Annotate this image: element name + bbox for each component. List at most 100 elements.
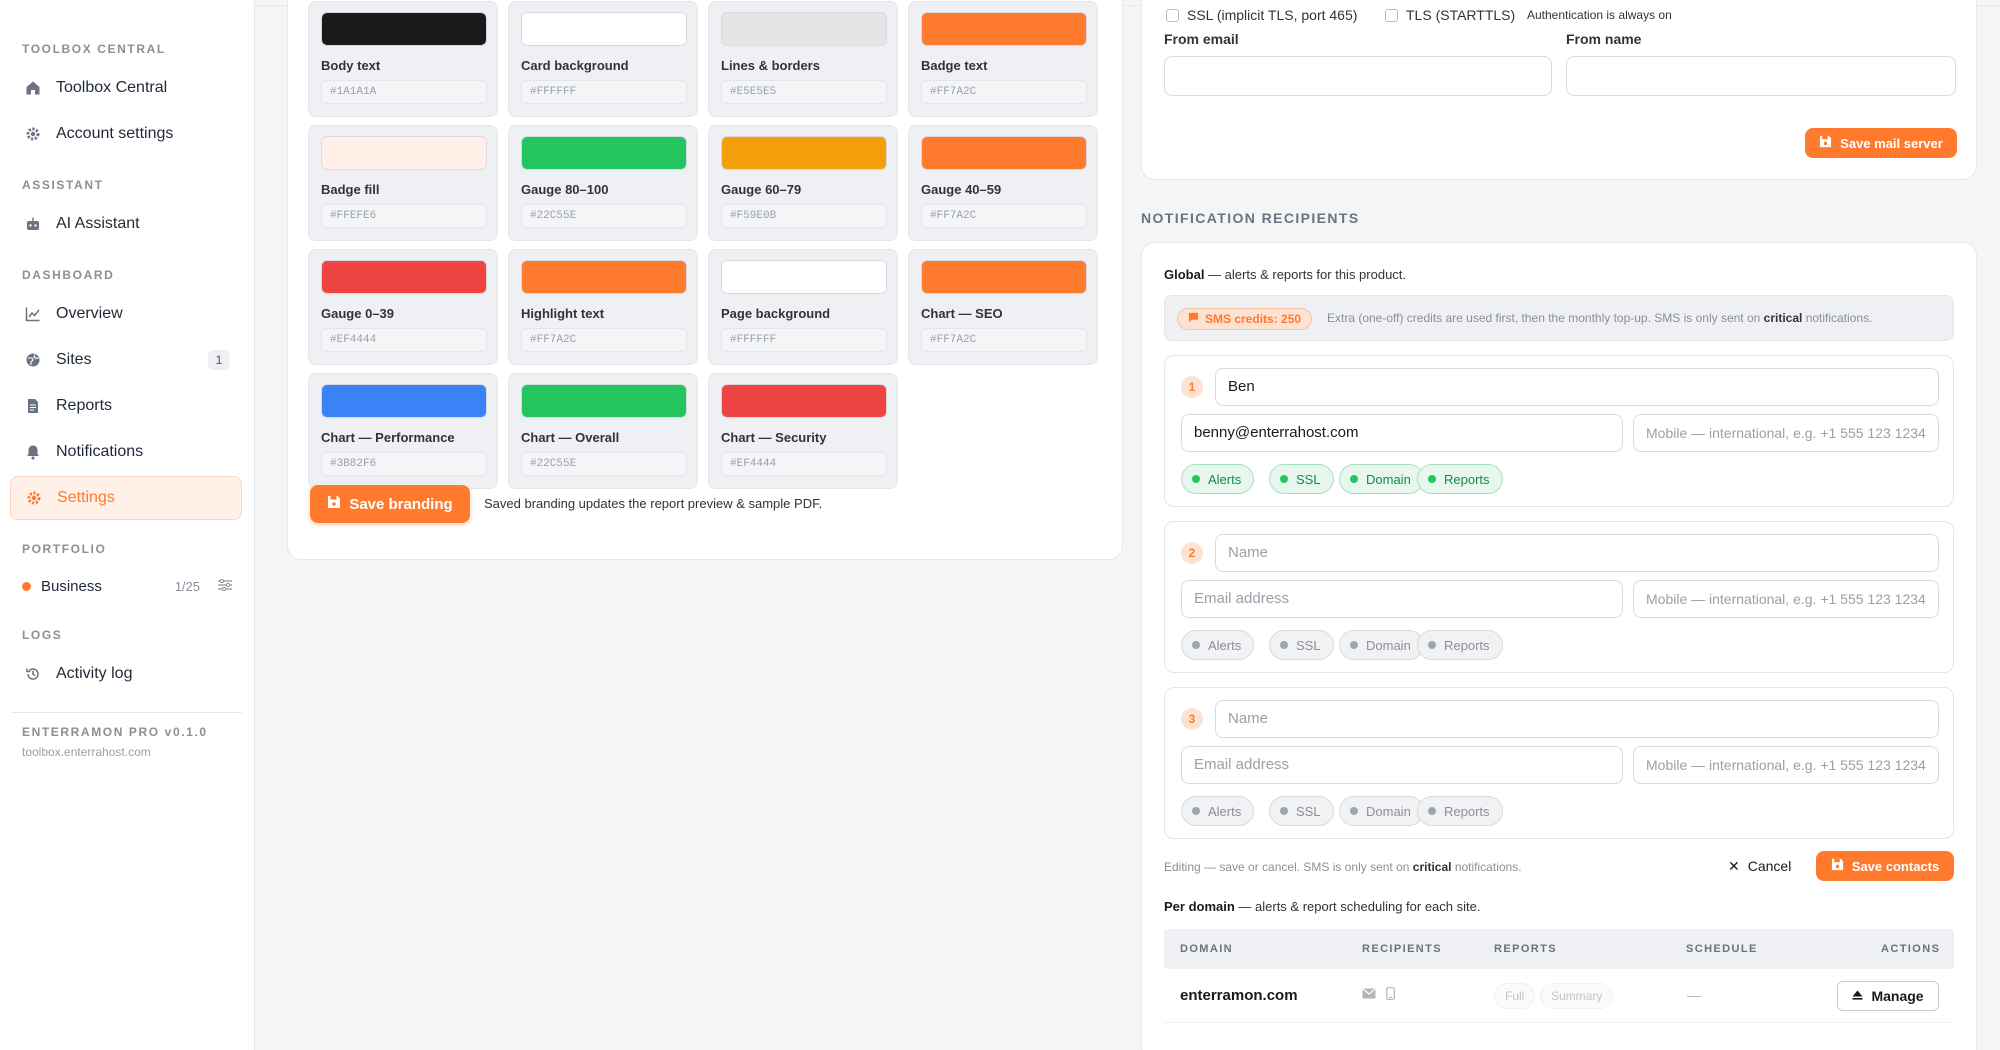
hex-input[interactable]: #EF4444 <box>321 328 487 352</box>
status-dot <box>1350 807 1358 815</box>
mobile-input[interactable]: Mobile — international, e.g. +1 555 123 … <box>1633 414 1939 452</box>
portfolio-item-business[interactable]: Business 1/25 <box>0 566 254 606</box>
sidebar-item-notifications[interactable]: Notifications <box>10 430 242 474</box>
sms-text-part: notifications. <box>1802 311 1873 325</box>
chip-label: Reports <box>1444 637 1490 653</box>
hex-input[interactable]: #22C55E <box>521 452 687 476</box>
sidebar-item-ai-assistant[interactable]: AI Assistant <box>10 202 242 246</box>
toggle-chip-domain[interactable]: Domain <box>1339 464 1424 494</box>
portfolio-name: Business <box>41 577 102 595</box>
chip-label: Reports <box>1444 803 1490 819</box>
color-picker[interactable] <box>321 260 487 294</box>
toggle-chip-reports[interactable]: Reports <box>1417 464 1503 494</box>
mobile-input[interactable]: Mobile — international, e.g. +1 555 123 … <box>1633 580 1939 618</box>
color-picker[interactable] <box>921 136 1087 170</box>
color-picker[interactable] <box>921 12 1087 46</box>
color-swatch: Lines & borders #E5E5E5 <box>708 1 898 117</box>
hex-input[interactable]: #F59E0B <box>721 204 887 228</box>
toggle-chip-ssl[interactable]: SSL <box>1269 796 1334 826</box>
column-header: RECIPIENTS <box>1362 943 1443 955</box>
hex-input[interactable]: #1A1A1A <box>321 80 487 104</box>
sms-credits-note: Extra (one-off) credits are used first, … <box>1327 311 1872 325</box>
recipient-card: 3 Name Email address Mobile — international… <box>1164 687 1954 839</box>
save-mail-server-button[interactable]: Save mail server <box>1805 128 1957 158</box>
sidebar-item-account-settings[interactable]: Account settings <box>10 112 242 156</box>
color-picker[interactable] <box>921 260 1087 294</box>
color-picker[interactable] <box>521 384 687 418</box>
section-portfolio: PORTFOLIO <box>22 542 107 556</box>
name-input[interactable]: Name <box>1215 700 1939 738</box>
cancel-button[interactable]: ✕ Cancel <box>1728 851 1791 881</box>
sidebar-item-toolbox-central[interactable]: Toolbox Central <box>10 66 242 110</box>
hex-input[interactable]: #3B82F6 <box>321 452 487 476</box>
checkbox-box[interactable] <box>1385 8 1398 22</box>
swatch-label: Chart — Security <box>721 430 827 445</box>
status-dot <box>1192 807 1200 815</box>
line-chart-icon <box>24 305 42 323</box>
sidebar-item-settings[interactable]: Settings <box>10 476 242 520</box>
save-mail-label: Save mail server <box>1840 135 1943 151</box>
toggle-chip-ssl[interactable]: SSL <box>1269 630 1334 660</box>
email-input[interactable]: Email address <box>1181 746 1623 784</box>
sliders-icon[interactable] <box>218 578 232 595</box>
toggle-chip-domain[interactable]: Domain <box>1339 630 1424 660</box>
color-picker[interactable] <box>521 12 687 46</box>
toggle-chip-domain[interactable]: Domain <box>1339 796 1424 826</box>
chip-label: Domain <box>1366 637 1411 653</box>
save-branding-button[interactable]: Save branding <box>310 485 470 523</box>
manage-label: Manage <box>1871 988 1924 1004</box>
tls-checkbox[interactable]: TLS (STARTTLS) <box>1385 7 1515 23</box>
section-dashboard: DASHBOARD <box>22 268 115 282</box>
edit-note-part: Editing — save or cancel. SMS is only se… <box>1164 860 1413 874</box>
sidebar-item-sites[interactable]: Sites 1 <box>10 338 242 382</box>
color-picker[interactable] <box>521 136 687 170</box>
sidebar-item-overview[interactable]: Overview <box>10 292 242 336</box>
color-picker[interactable] <box>721 12 887 46</box>
hex-input[interactable]: #FF7A2C <box>921 80 1087 104</box>
hex-input[interactable]: #22C55E <box>521 204 687 228</box>
hex-input[interactable]: #FFFFFF <box>521 80 687 104</box>
report-full-pill[interactable]: Full <box>1494 983 1536 1009</box>
sidebar-item-label: Account settings <box>56 125 174 142</box>
hex-input[interactable]: #E5E5E5 <box>721 80 887 104</box>
color-picker[interactable] <box>721 384 887 418</box>
ssl-checkbox[interactable]: SSL (implicit TLS, port 465) <box>1166 7 1357 23</box>
name-input[interactable]: Ben <box>1215 368 1939 406</box>
hex-input[interactable]: #FF7A2C <box>521 328 687 352</box>
toggle-chip-alerts[interactable]: Alerts <box>1181 796 1255 826</box>
global-desc: — alerts & reports for this product. <box>1204 267 1407 282</box>
color-picker[interactable] <box>321 136 487 170</box>
color-picker[interactable] <box>521 260 687 294</box>
hex-input[interactable]: #FFEFE6 <box>321 204 487 228</box>
mobile-input[interactable]: Mobile — international, e.g. +1 555 123 … <box>1633 746 1939 784</box>
hex-input[interactable]: #FF7A2C <box>921 328 1087 352</box>
color-picker[interactable] <box>721 260 887 294</box>
save-contacts-button[interactable]: Save contacts <box>1816 851 1954 881</box>
hex-input[interactable]: #FF7A2C <box>921 204 1087 228</box>
sidebar-item-reports[interactable]: Reports <box>10 384 242 428</box>
name-input[interactable]: Name <box>1215 534 1939 572</box>
report-summary-pill[interactable]: Summary <box>1540 983 1614 1009</box>
status-dot <box>1192 641 1200 649</box>
toggle-chip-alerts[interactable]: Alerts <box>1181 464 1255 494</box>
toggle-chip-ssl[interactable]: SSL <box>1269 464 1334 494</box>
email-input[interactable]: Email address <box>1181 580 1623 618</box>
hex-input[interactable]: #FFFFFF <box>721 328 887 352</box>
color-picker[interactable] <box>321 12 487 46</box>
sidebar-item-activity-log[interactable]: Activity log <box>10 652 242 696</box>
from-name-input[interactable] <box>1566 56 1956 96</box>
checkbox-box[interactable] <box>1166 8 1179 22</box>
swatch-label: Gauge 80–100 <box>521 182 609 197</box>
manage-button[interactable]: Manage <box>1837 981 1939 1011</box>
per-domain-title: Per domain <box>1164 899 1235 914</box>
toggle-chip-alerts[interactable]: Alerts <box>1181 630 1255 660</box>
color-picker[interactable] <box>721 136 887 170</box>
email-input[interactable]: benny@enterrahost.com <box>1181 414 1623 452</box>
hex-input[interactable]: #EF4444 <box>721 452 887 476</box>
toggle-chip-reports[interactable]: Reports <box>1417 630 1503 660</box>
toggle-chip-reports[interactable]: Reports <box>1417 796 1503 826</box>
from-email-input[interactable] <box>1164 56 1552 96</box>
color-picker[interactable] <box>321 384 487 418</box>
section-assistant: ASSISTANT <box>22 178 104 192</box>
notification-recipients-card: Global — alerts & reports for this produ… <box>1141 242 1977 1050</box>
